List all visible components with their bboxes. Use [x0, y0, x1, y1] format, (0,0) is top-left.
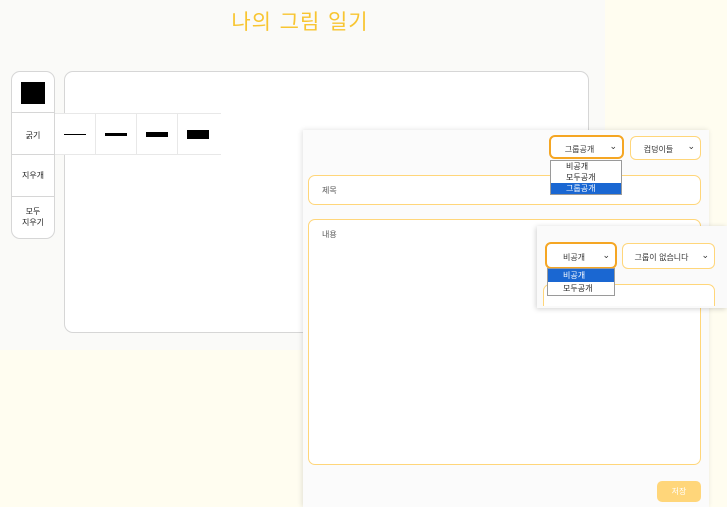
eraser-button[interactable]: 지우개: [12, 170, 54, 181]
visibility-select-secondary[interactable]: 비공개 ⌄: [545, 242, 617, 269]
thickness-option-thick[interactable]: [137, 114, 178, 154]
visibility-option-public[interactable]: 모두공개: [548, 282, 614, 295]
clear-all-label-line2: 지우기: [21, 218, 45, 227]
page-title: 나의 그림 일기: [231, 10, 369, 34]
thickness-button[interactable]: 굵기: [12, 130, 54, 141]
visibility-option-private[interactable]: 비공개: [551, 161, 621, 172]
diary-save-modal-secondary: 비공개 ⌄ 그룹이 없습니다 ⌄ 비공개 모두공개: [537, 226, 727, 308]
thickness-option-thin[interactable]: [55, 114, 96, 154]
visibility-option-public[interactable]: 모두공개: [551, 172, 621, 183]
thickness-options: [55, 113, 221, 155]
chevron-down-icon: ⌄: [687, 142, 695, 152]
chevron-down-icon: ⌄: [609, 142, 617, 152]
title-input[interactable]: 제목: [308, 175, 701, 205]
toolbar-divider: [12, 154, 54, 155]
clear-all-label-line1: 모두: [25, 207, 41, 216]
color-picker-swatch[interactable]: [21, 82, 45, 104]
thickness-option-extra-thick[interactable]: [178, 114, 219, 154]
toolbar-divider: [12, 112, 54, 113]
diary-save-modal: 그룹공개 ⌄ 컴덩이들 ⌄ 제목 내용 비공개 모두공개 그룹공개 저장: [303, 130, 709, 507]
visibility-option-group[interactable]: 그룹공개: [551, 183, 621, 194]
group-select-secondary[interactable]: 그룹이 없습니다 ⌄: [622, 243, 715, 269]
visibility-select[interactable]: 그룹공개 ⌄: [549, 135, 624, 159]
save-button[interactable]: 저장: [657, 481, 701, 502]
extra-thick-line-icon: [187, 130, 209, 139]
medium-line-icon: [105, 133, 127, 136]
thin-line-icon: [64, 134, 86, 135]
thick-line-icon: [146, 132, 168, 137]
visibility-dropdown-secondary: 비공개 모두공개: [547, 268, 615, 296]
clear-all-button[interactable]: 모두 지우기: [12, 206, 54, 228]
group-select[interactable]: 컴덩이들 ⌄: [630, 136, 701, 160]
chevron-down-icon: ⌄: [602, 251, 610, 261]
visibility-option-private[interactable]: 비공개: [548, 269, 614, 282]
visibility-dropdown: 비공개 모두공개 그룹공개: [550, 160, 622, 195]
drawing-toolbar: 굵기 지우개 모두 지우기: [11, 71, 55, 239]
thickness-option-medium[interactable]: [96, 114, 137, 154]
chevron-down-icon: ⌄: [701, 251, 709, 261]
toolbar-divider: [12, 196, 54, 197]
